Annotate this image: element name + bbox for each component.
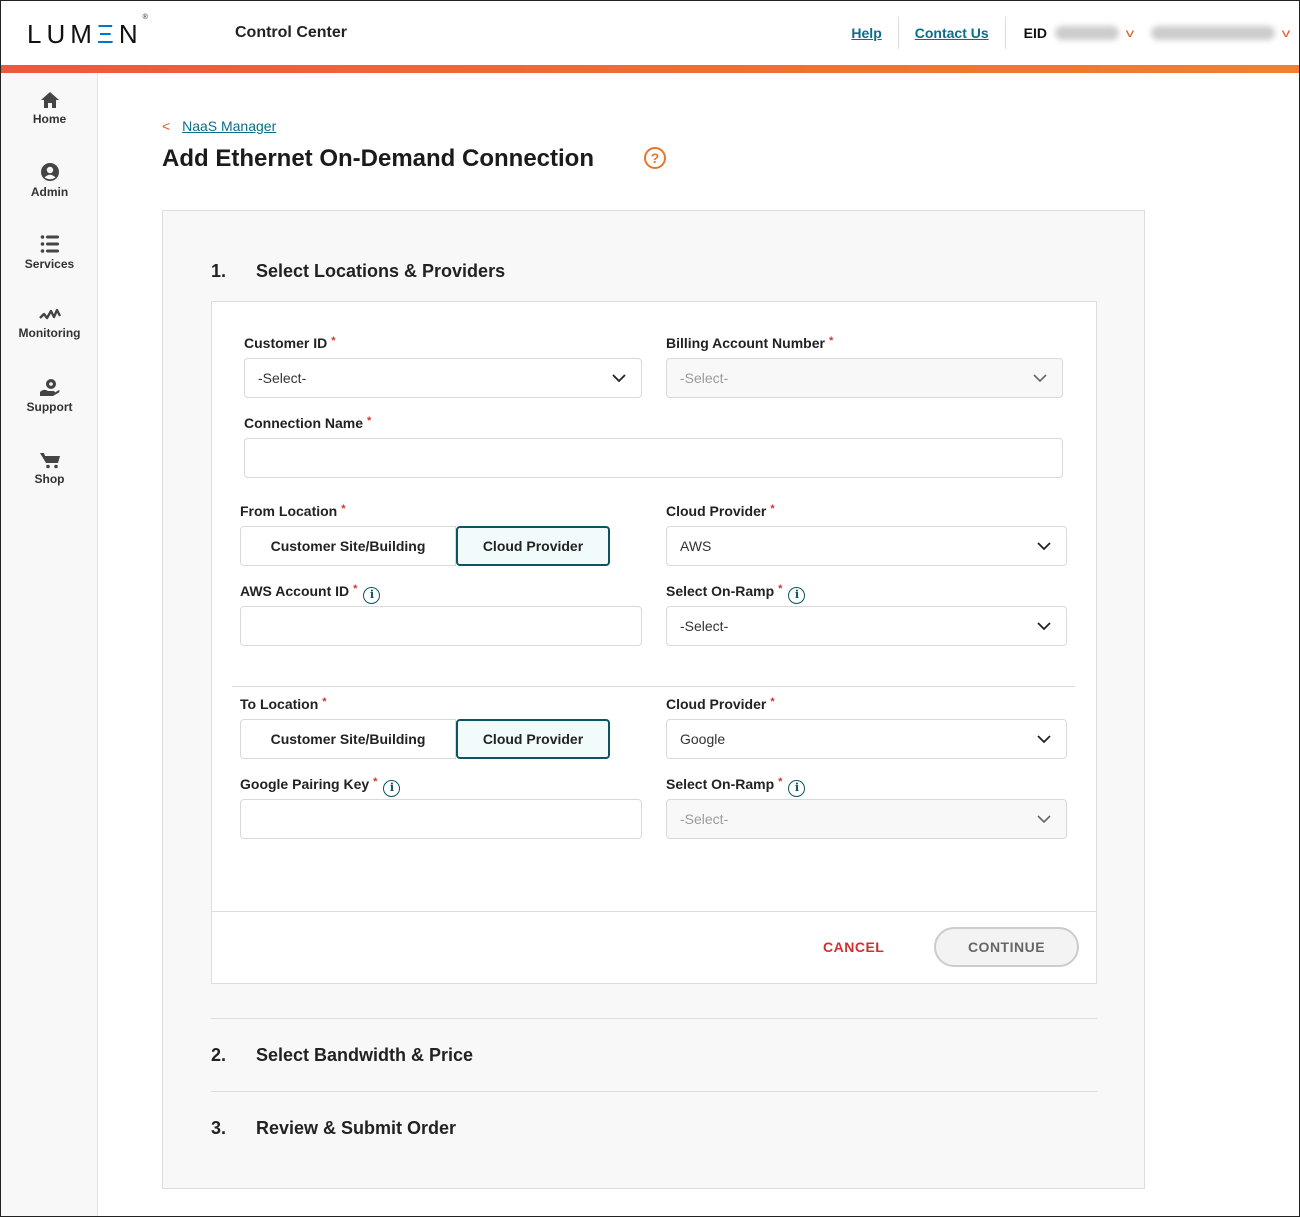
sidebar-item-support[interactable]: Support <box>1 377 98 414</box>
support-icon <box>39 379 59 396</box>
select-value: AWS <box>680 538 712 554</box>
select-value: -Select- <box>680 618 729 634</box>
step-1-form-card: Customer ID * -Select- Billing Account Nu… <box>211 301 1097 984</box>
to-cloud-provider-select[interactable]: Google <box>666 719 1067 759</box>
help-link[interactable]: Help <box>835 25 897 41</box>
google-pairing-key-input[interactable] <box>240 799 642 839</box>
info-icon[interactable]: i <box>788 780 806 797</box>
to-on-ramp-select[interactable]: -Select- <box>666 799 1067 839</box>
from-location-label: From Location * <box>240 503 346 519</box>
sidebar-item-label: Home <box>32 112 67 126</box>
lumen-logo[interactable]: LUMΞN® <box>27 14 148 50</box>
user-circle-icon <box>40 163 59 181</box>
to-cloud-provider-label: Cloud Provider * <box>666 696 775 712</box>
from-customer-site-button[interactable]: Customer Site/Building <box>240 526 456 566</box>
connection-name-label: Connection Name * <box>244 415 372 431</box>
step-2-header[interactable]: 2. Select Bandwidth & Price <box>211 1045 473 1066</box>
from-cloud-provider-select[interactable]: AWS <box>666 526 1067 566</box>
sidebar-item-monitoring[interactable]: Monitoring <box>1 307 98 340</box>
select-value: -Select- <box>680 811 729 827</box>
chevron-down-icon <box>1037 622 1051 631</box>
customer-id-select[interactable]: -Select- <box>244 358 642 398</box>
to-on-ramp-label: Select On-Ramp * i <box>666 776 806 797</box>
continue-button[interactable]: CONTINUE <box>934 927 1079 967</box>
sidebar-item-label: Support <box>26 400 73 414</box>
step-number: 2. <box>211 1045 227 1065</box>
aws-account-id-label: AWS Account ID * i <box>240 583 381 604</box>
sidebar-item-admin[interactable]: Admin <box>1 162 98 199</box>
page-title: Add Ethernet On-Demand Connection <box>162 145 594 172</box>
main-content: < NaaS Manager Add Ethernet On-Demand Co… <box>98 73 1299 1216</box>
cancel-button[interactable]: CANCEL <box>823 939 884 955</box>
cart-icon <box>39 453 60 469</box>
sidebar-item-label: Shop <box>34 472 65 486</box>
sidebar-item-label: Admin <box>30 185 69 199</box>
step-title: Review & Submit Order <box>256 1118 457 1138</box>
from-on-ramp-select[interactable]: -Select- <box>666 606 1067 646</box>
breadcrumb-naas-manager[interactable]: NaaS Manager <box>182 118 276 134</box>
contact-us-link[interactable]: Contact Us <box>899 25 1005 41</box>
select-value: Google <box>680 731 726 747</box>
info-icon[interactable]: i <box>363 587 381 604</box>
to-cloud-provider-button[interactable]: Cloud Provider <box>456 719 610 759</box>
to-customer-site-button[interactable]: Customer Site/Building <box>240 719 456 759</box>
sidebar-item-label: Monitoring <box>18 326 81 340</box>
chevron-down-icon <box>1037 542 1051 551</box>
section-divider <box>232 686 1075 687</box>
chevron-down-icon <box>1037 815 1051 824</box>
to-location-label: To Location * <box>240 696 327 712</box>
from-cloud-provider-button[interactable]: Cloud Provider <box>456 526 610 566</box>
to-location-toggle: Customer Site/Building Cloud Provider <box>240 719 610 759</box>
step-divider <box>211 1018 1097 1019</box>
top-header: LUMΞN® Control Center Help Contact Us EI… <box>1 1 1299 65</box>
select-value: -Select- <box>680 370 729 386</box>
breadcrumb: < NaaS Manager <box>162 118 276 134</box>
from-location-toggle: Customer Site/Building Cloud Provider <box>240 526 610 566</box>
google-pairing-key-label: Google Pairing Key * i <box>240 776 401 797</box>
sidebar-item-home[interactable]: Home <box>1 91 98 126</box>
chevron-down-icon[interactable]: v <box>1126 26 1134 40</box>
sidebar-item-label: Services <box>24 257 75 271</box>
wizard-panel: 1. Select Locations & Providers Customer … <box>162 210 1145 1189</box>
accent-bar <box>1 65 1299 73</box>
list-icon <box>40 235 59 253</box>
card-footer-divider <box>212 911 1096 912</box>
aws-account-id-input[interactable] <box>240 606 642 646</box>
app-title: Control Center <box>235 24 347 41</box>
pulse-icon <box>38 308 61 320</box>
info-icon[interactable]: i <box>383 780 401 797</box>
step-number: 1. <box>211 261 227 281</box>
info-icon[interactable]: i <box>788 587 806 604</box>
sidebar-item-shop[interactable]: Shop <box>1 451 98 486</box>
eid-label: EID <box>1023 25 1047 41</box>
chevron-down-icon[interactable]: v <box>1282 26 1290 40</box>
step-divider <box>211 1091 1097 1092</box>
from-cloud-provider-label: Cloud Provider * <box>666 503 775 519</box>
step-number: 3. <box>211 1118 227 1138</box>
from-on-ramp-label: Select On-Ramp * i <box>666 583 806 604</box>
sidebar: Home Admin Services Monitoring Support S… <box>1 73 98 1216</box>
select-value: -Select- <box>258 370 307 386</box>
chevron-down-icon <box>1037 735 1051 744</box>
chevron-down-icon <box>1033 374 1047 383</box>
chevron-down-icon <box>612 374 626 383</box>
customer-id-label: Customer ID * <box>244 335 336 351</box>
help-circle-icon[interactable]: ? <box>644 147 666 169</box>
billing-account-label: Billing Account Number * <box>666 335 834 351</box>
eid-selector[interactable] <box>1055 26 1119 40</box>
step-title: Select Bandwidth & Price <box>256 1045 474 1065</box>
connection-name-input[interactable] <box>244 438 1063 478</box>
sidebar-item-services[interactable]: Services <box>1 234 98 271</box>
step-title: Select Locations & Providers <box>256 261 506 281</box>
step-3-header[interactable]: 3. Review & Submit Order <box>211 1118 456 1139</box>
step-1-header[interactable]: 1. Select Locations & Providers <box>211 261 505 282</box>
billing-account-select[interactable]: -Select- <box>666 358 1063 398</box>
user-menu[interactable] <box>1151 26 1275 40</box>
chevron-left-icon[interactable]: < <box>162 118 170 134</box>
home-icon <box>40 92 59 108</box>
